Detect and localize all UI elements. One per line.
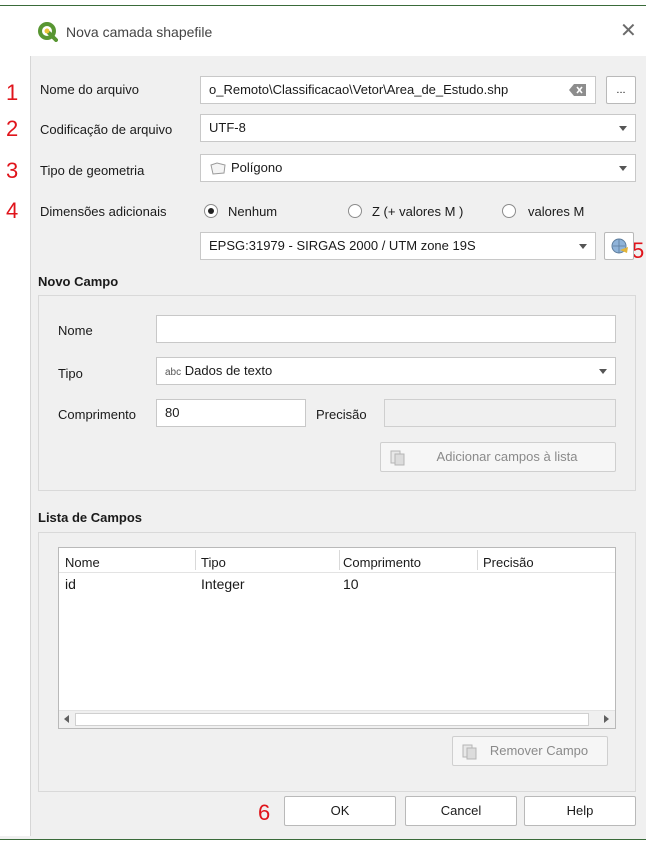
column-header-precision[interactable]: Precisão xyxy=(483,555,534,570)
window-top-border xyxy=(0,0,646,8)
column-separator xyxy=(477,550,478,570)
chevron-down-icon xyxy=(619,126,627,131)
text-type-icon: abc xyxy=(165,367,182,378)
column-header-name[interactable]: Nome xyxy=(65,555,100,570)
new-field-type-value: Dados de texto xyxy=(184,363,273,378)
dialog-title: Nova camada shapefile xyxy=(66,24,213,40)
geometry-value: Polígono xyxy=(231,160,283,175)
help-button[interactable]: Help xyxy=(524,796,636,826)
remove-field-icon xyxy=(462,744,477,760)
annotation-3: 3 xyxy=(6,158,19,183)
new-field-precision-input[interactable] xyxy=(384,399,616,427)
add-field-label: Adicionar campos à lista xyxy=(436,449,578,464)
column-separator xyxy=(339,550,340,570)
new-field-length-label: Comprimento xyxy=(58,407,137,422)
table-row[interactable]: id Integer 10 xyxy=(59,574,615,594)
new-field-length-value: 80 xyxy=(165,405,180,420)
new-field-length-input[interactable]: 80 xyxy=(156,399,306,427)
annotation-6: 6 xyxy=(258,800,271,825)
dimensions-label: Dimensões adicionais xyxy=(40,204,167,219)
crs-select[interactable]: EPSG:31979 - SIRGAS 2000 / UTM zone 19S xyxy=(200,232,596,260)
annotation-1: 1 xyxy=(6,80,19,105)
clear-text-icon[interactable] xyxy=(569,84,587,96)
window-bottom-border xyxy=(0,836,646,844)
new-field-name-input[interactable] xyxy=(156,315,616,343)
crs-select-icon xyxy=(611,238,628,254)
crs-value: EPSG:31979 - SIRGAS 2000 / UTM zone 19S xyxy=(209,238,476,253)
chevron-down-icon xyxy=(619,166,627,171)
new-field-group-title: Novo Campo xyxy=(38,274,119,289)
encoding-value: UTF-8 xyxy=(209,120,246,135)
filename-label: Nome do arquivo xyxy=(40,82,139,97)
column-separator xyxy=(195,550,196,570)
add-field-button[interactable]: Adicionar campos à lista xyxy=(380,442,616,472)
crs-select-button[interactable] xyxy=(604,232,634,260)
polygon-icon xyxy=(210,162,226,175)
scroll-left-icon[interactable] xyxy=(64,715,69,723)
remove-field-label: Remover Campo xyxy=(489,743,589,758)
radio-z-m-label: Z (+ valores M ) xyxy=(372,204,464,219)
filename-value: o_Remoto\Classificacao\Vetor\Area_de_Est… xyxy=(209,82,509,97)
new-field-type-label: Tipo xyxy=(58,366,83,381)
encoding-select[interactable]: UTF-8 xyxy=(200,114,636,142)
cell-type: Integer xyxy=(201,576,245,592)
radio-none-label: Nenhum xyxy=(228,204,278,219)
geometry-select[interactable]: Polígono xyxy=(200,154,636,182)
new-field-name-label: Nome xyxy=(58,323,93,338)
add-field-icon xyxy=(390,450,405,466)
column-header-type[interactable]: Tipo xyxy=(201,555,226,570)
horizontal-scrollbar[interactable] xyxy=(59,710,615,728)
column-header-length[interactable]: Comprimento xyxy=(343,555,421,570)
chevron-down-icon xyxy=(599,369,607,374)
new-field-precision-label: Precisão xyxy=(316,407,367,422)
cell-length: 10 xyxy=(343,576,359,592)
geometry-label: Tipo de geometria xyxy=(40,163,145,178)
ok-button[interactable]: OK xyxy=(284,796,396,826)
annotation-2: 2 xyxy=(6,116,19,141)
radio-none[interactable] xyxy=(204,204,218,218)
cancel-button[interactable]: Cancel xyxy=(405,796,517,826)
chevron-down-icon xyxy=(579,244,587,249)
encoding-label: Codificação de arquivo xyxy=(40,122,173,137)
filename-input[interactable]: o_Remoto\Classificacao\Vetor\Area_de_Est… xyxy=(200,76,596,104)
radio-z-m[interactable] xyxy=(348,204,362,218)
cell-name: id xyxy=(65,576,76,592)
remove-field-button[interactable]: Remover Campo xyxy=(452,736,608,766)
scroll-right-icon[interactable] xyxy=(604,715,609,723)
qgis-logo-icon xyxy=(38,22,58,42)
new-field-type-select[interactable]: abc Dados de texto xyxy=(156,357,616,385)
field-list-table[interactable]: Nome Tipo Comprimento Precisão id Intege… xyxy=(58,547,616,729)
header-divider xyxy=(59,572,615,573)
annotation-4: 4 xyxy=(6,198,19,223)
scrollbar-thumb[interactable] xyxy=(75,713,589,726)
radio-m-values-label: valores M xyxy=(528,204,585,219)
close-button[interactable]: ✕ xyxy=(620,18,637,42)
field-list-group-title: Lista de Campos xyxy=(38,510,143,525)
radio-m-values[interactable] xyxy=(502,204,516,218)
browse-button[interactable]: ... xyxy=(606,76,636,104)
